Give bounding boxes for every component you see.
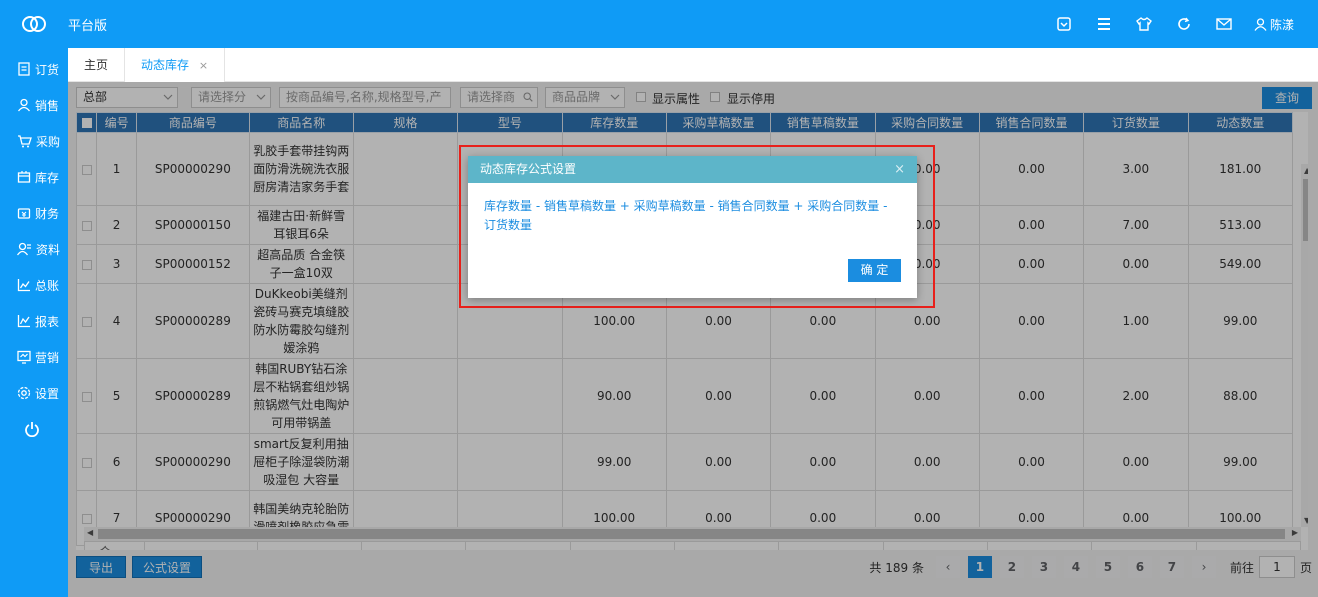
sidebar-item-label: 销售 [35, 98, 60, 113]
dropdown-box-icon[interactable] [1054, 14, 1074, 34]
dialog-title: 动态库存公式设置 [480, 162, 577, 176]
sidebar-item-finance[interactable]: 财务 [0, 195, 68, 231]
sidebar-item-order[interactable]: 订货 [0, 51, 68, 87]
contacts-icon [17, 242, 31, 256]
sidebar-item-label: 设置 [35, 386, 60, 401]
marketing-icon [17, 350, 31, 364]
settings-icon [17, 386, 31, 400]
sidebar-item-report[interactable]: 报表 [0, 303, 68, 339]
user-icon [1254, 17, 1267, 31]
sidebar-item-label: 报表 [35, 314, 60, 329]
order-icon [18, 62, 30, 76]
sidebar-item-label: 库存 [35, 170, 60, 185]
logo-icon [22, 16, 46, 32]
user-menu[interactable]: 陈漾 [1254, 16, 1294, 33]
sidebar-item-purchase[interactable]: 采购 [0, 123, 68, 159]
report-chart-icon [17, 315, 30, 328]
tab-dynamic-inventory[interactable]: 动态库存 × [125, 48, 226, 82]
top-bar: 平台版 陈漾 [0, 0, 1318, 48]
sidebar-item-label: 订货 [35, 62, 60, 77]
sidebar-item-settings[interactable]: 设置 [0, 375, 68, 411]
tab-home[interactable]: 主页 [68, 48, 126, 82]
tab-label: 动态库存 [141, 58, 190, 72]
refresh-icon[interactable] [1174, 14, 1194, 34]
cart-icon [18, 135, 32, 148]
close-icon[interactable]: × [199, 59, 208, 72]
power-icon [25, 422, 39, 437]
sidebar-item-label: 营销 [35, 350, 60, 365]
sidebar-item-ledger[interactable]: 总账 [0, 267, 68, 303]
sidebar-item-inventory[interactable]: 库存 [0, 159, 68, 195]
menu-icon[interactable] [1094, 14, 1114, 34]
user-icon [17, 98, 31, 112]
sidebar-item-sales[interactable]: 销售 [0, 87, 68, 123]
app-title: 平台版 [68, 19, 108, 34]
close-icon[interactable]: × [894, 156, 905, 183]
sidebar-item-label: 资料 [36, 242, 61, 257]
tab-label: 主页 [84, 58, 109, 72]
dialog-header: 动态库存公式设置 × [468, 156, 917, 183]
confirm-button[interactable]: 确 定 [848, 259, 901, 282]
sidebar: 订货 销售 采购 库存 财务 资料 总账 报表 营销 设置 [0, 48, 68, 597]
formula-text: 库存数量 - 销售草稿数量 + 采购草稿数量 - 销售合同数量 + 采购合同数量… [484, 199, 888, 232]
power-button[interactable] [0, 411, 68, 447]
sidebar-item-label: 总账 [35, 278, 60, 293]
shirt-icon[interactable] [1134, 14, 1154, 34]
sidebar-item-data[interactable]: 资料 [0, 231, 68, 267]
sidebar-item-label: 财务 [35, 206, 60, 221]
user-name: 陈漾 [1269, 17, 1294, 32]
tab-bar: 主页 动态库存 × [68, 48, 1318, 82]
mail-icon[interactable] [1214, 14, 1234, 34]
sidebar-item-marketing[interactable]: 营销 [0, 339, 68, 375]
ledger-chart-icon [17, 279, 30, 292]
sidebar-item-label: 采购 [36, 134, 61, 149]
finance-icon [17, 208, 31, 219]
inventory-icon [17, 171, 31, 183]
formula-dialog: 动态库存公式设置 × 库存数量 - 销售草稿数量 + 采购草稿数量 - 销售合同… [468, 156, 917, 298]
